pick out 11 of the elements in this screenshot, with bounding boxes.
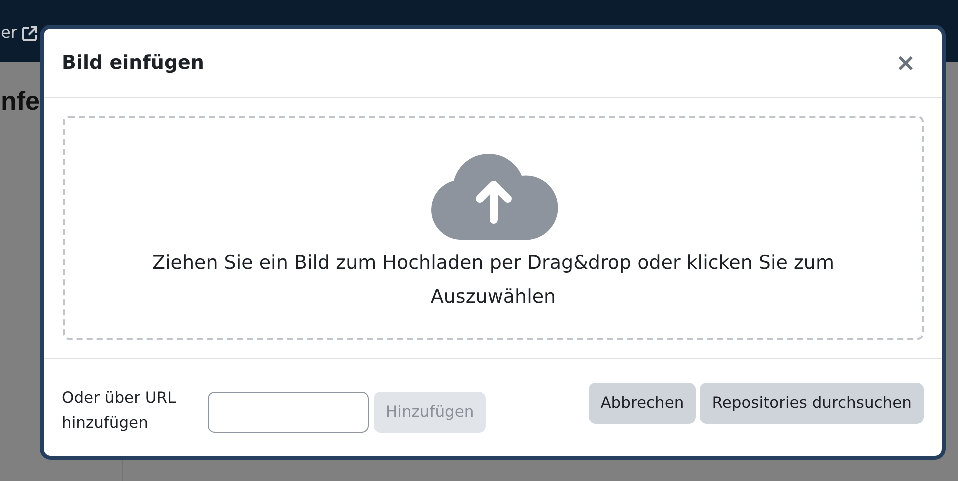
dialog-title: Bild einfügen: [62, 52, 204, 74]
url-input-field[interactable]: [208, 392, 369, 432]
close-button[interactable]: ×: [892, 49, 920, 77]
nav-link[interactable]: er: [1, 23, 18, 42]
cancel-button[interactable]: Abbrechen: [588, 382, 696, 424]
url-label: Oder über URL hinzufügen: [62, 388, 178, 434]
drop-instruction: Ziehen Sie ein Bild zum Hochladen per Drag&drop oder klicken Sie zum Auszuwählen: [152, 251, 836, 310]
external-link-icon: [22, 26, 38, 42]
page-heading: nfe: [1, 86, 40, 117]
browse-repositories-button[interactable]: Repositories durchsuchen: [700, 382, 924, 424]
drop-zone[interactable]: Ziehen Sie ein Bild zum Hochladen per Drag&drop oder klicken Sie zum Auszuwählen: [63, 116, 924, 340]
